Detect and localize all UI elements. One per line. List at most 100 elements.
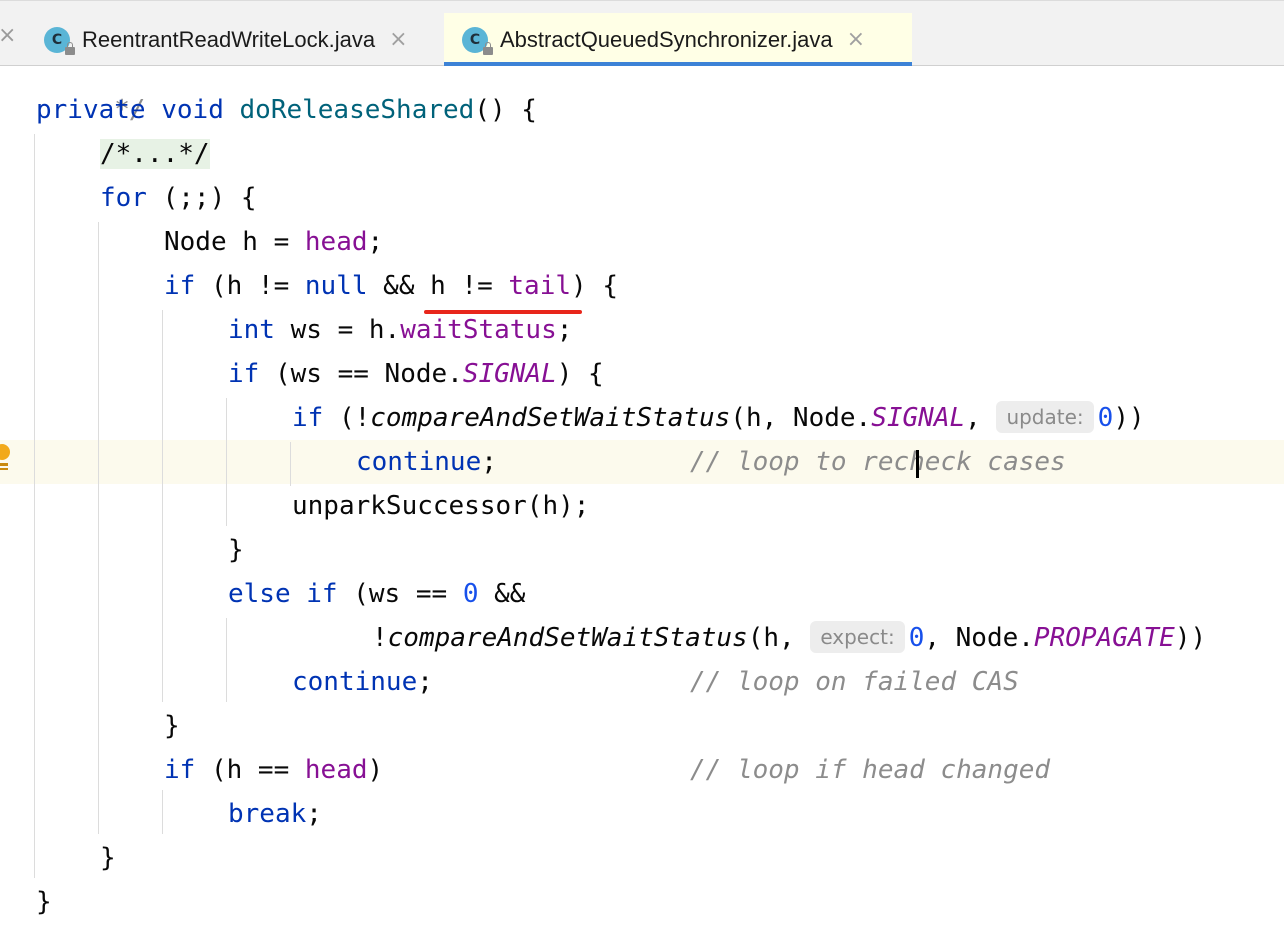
caret-line-highlight: [0, 440, 1284, 484]
tab-abstract-queued-synchronizer[interactable]: C AbstractQueuedSynchronizer.java ×: [444, 13, 912, 67]
code-line: if (ws == Node.SIGNAL) {: [228, 352, 604, 396]
code-line: if (h == head): [164, 748, 383, 792]
field-ref: tail: [508, 271, 572, 301]
static-field-ref: SIGNAL: [871, 403, 966, 433]
code-line: if (!compareAndSetWaitStatus(h, Node.SIG…: [292, 396, 1145, 440]
code-text: && h !=: [367, 271, 509, 301]
code-text: ): [367, 755, 384, 785]
code-comment: // loop if head changed: [690, 748, 1050, 792]
method-call: compareAndSetWaitStatus: [387, 623, 748, 653]
tab-label: AbstractQueuedSynchronizer.java: [500, 26, 833, 52]
code-text: (ws == Node.: [259, 359, 463, 389]
code-line: Node h = head;: [164, 220, 383, 264]
code-text: ;: [306, 799, 322, 829]
code-text: (h ==: [195, 755, 305, 785]
code-text: (;;) {: [146, 183, 257, 213]
static-field-ref: SIGNAL: [462, 359, 557, 389]
number-literal: 0: [462, 579, 479, 609]
code-text: ) {: [556, 359, 604, 389]
keyword: if: [292, 403, 324, 433]
keyword: int: [228, 315, 275, 345]
keyword: else: [228, 579, 291, 609]
code-text: Node h =: [164, 227, 305, 257]
indent-guide: [34, 134, 35, 878]
code-editor[interactable]: */ private void doReleaseShared() { /*..…: [0, 66, 1284, 928]
field-ref: head: [304, 755, 368, 785]
code-line-caret: continue;: [356, 440, 497, 484]
code-text: }: [36, 887, 52, 917]
code-text: ;: [556, 315, 573, 345]
code-text: !: [372, 623, 388, 653]
lock-icon: [483, 41, 493, 55]
code-text: )): [1174, 623, 1207, 653]
code-line-method-signature: private void doReleaseShared() {: [36, 88, 537, 132]
lightbulb-base: [0, 463, 8, 466]
comment-text: // loop if head changed: [690, 755, 1051, 785]
comment-text: // loop on failed CAS: [690, 667, 1019, 697]
code-text: )): [1113, 403, 1145, 433]
close-icon[interactable]: ×: [0, 23, 16, 48]
parameter-hint: expect:: [810, 621, 905, 653]
comment-text: // loop to recheck cases: [690, 447, 1066, 477]
code-text: ,: [965, 403, 997, 433]
number-literal: 0: [908, 623, 925, 653]
keyword: continue: [292, 667, 418, 697]
code-line: unparkSuccessor(h);: [292, 484, 589, 528]
lightbulb-base: [0, 468, 8, 470]
code-text: ;: [417, 667, 433, 697]
keyword: if: [164, 271, 196, 301]
keyword: break: [228, 799, 307, 829]
annotation-underline: [424, 310, 582, 314]
code-text: (!: [323, 403, 371, 433]
field-ref: head: [304, 227, 368, 257]
editor-tab-bar: × C ReentrantReadWriteLock.java × C Abst…: [0, 0, 1284, 67]
indent-guide: [226, 618, 227, 702]
code-line: }: [164, 704, 180, 748]
keyword: for: [100, 183, 147, 213]
indent-guide: [226, 398, 227, 526]
keyword: null: [304, 271, 368, 301]
code-text: unparkSuccessor(h);: [292, 491, 590, 521]
text-cursor: [916, 450, 919, 478]
indent-guide: [162, 310, 163, 702]
method-call: compareAndSetWaitStatus: [370, 403, 731, 433]
code-text: (h !=: [195, 271, 305, 301]
code-text: ws = h.: [274, 315, 401, 345]
code-line: }: [100, 836, 116, 880]
code-line: if (h != null && h != tail) {: [164, 264, 618, 308]
code-line: else if (ws == 0 &&: [228, 572, 525, 616]
keyword: continue: [356, 447, 482, 477]
indent-guide: [290, 442, 291, 486]
class-icon: C: [462, 26, 493, 55]
field-ref: waitStatus: [400, 315, 557, 345]
code-line: int ws = h.waitStatus;: [228, 308, 572, 352]
code-line: break;: [228, 792, 322, 836]
static-field-ref: PROPAGATE: [1033, 623, 1175, 653]
code-text: ;: [481, 447, 497, 477]
folded-comment-region[interactable]: /*...*/: [100, 139, 210, 169]
code-text: }: [100, 843, 116, 873]
code-text: (h,: [747, 623, 811, 653]
close-icon[interactable]: ×: [389, 27, 407, 52]
code-line: }: [228, 528, 244, 572]
code-text: }: [228, 535, 244, 565]
method-name: doReleaseShared: [239, 95, 475, 125]
keyword: void: [161, 95, 224, 125]
code-line: continue;: [292, 660, 433, 704]
code-text: , Node.: [924, 623, 1034, 653]
code-text: }: [164, 711, 180, 741]
close-icon[interactable]: ×: [847, 27, 865, 52]
code-line-folded-comment: /*...*/: [100, 132, 210, 176]
code-line: }: [36, 880, 52, 924]
code-text: (ws ==: [337, 579, 463, 609]
code-line: */: [36, 44, 145, 125]
code-text: &&: [478, 579, 526, 609]
number-literal: 0: [1097, 403, 1114, 433]
keyword: if: [164, 755, 196, 785]
keyword: private: [36, 95, 146, 125]
code-comment: // loop to recheck cases: [690, 440, 1066, 484]
code-text: ) {: [571, 271, 618, 301]
keyword: if: [306, 579, 338, 609]
parameter-hint: update:: [996, 401, 1094, 433]
code-comment: // loop on failed CAS: [690, 660, 1019, 704]
